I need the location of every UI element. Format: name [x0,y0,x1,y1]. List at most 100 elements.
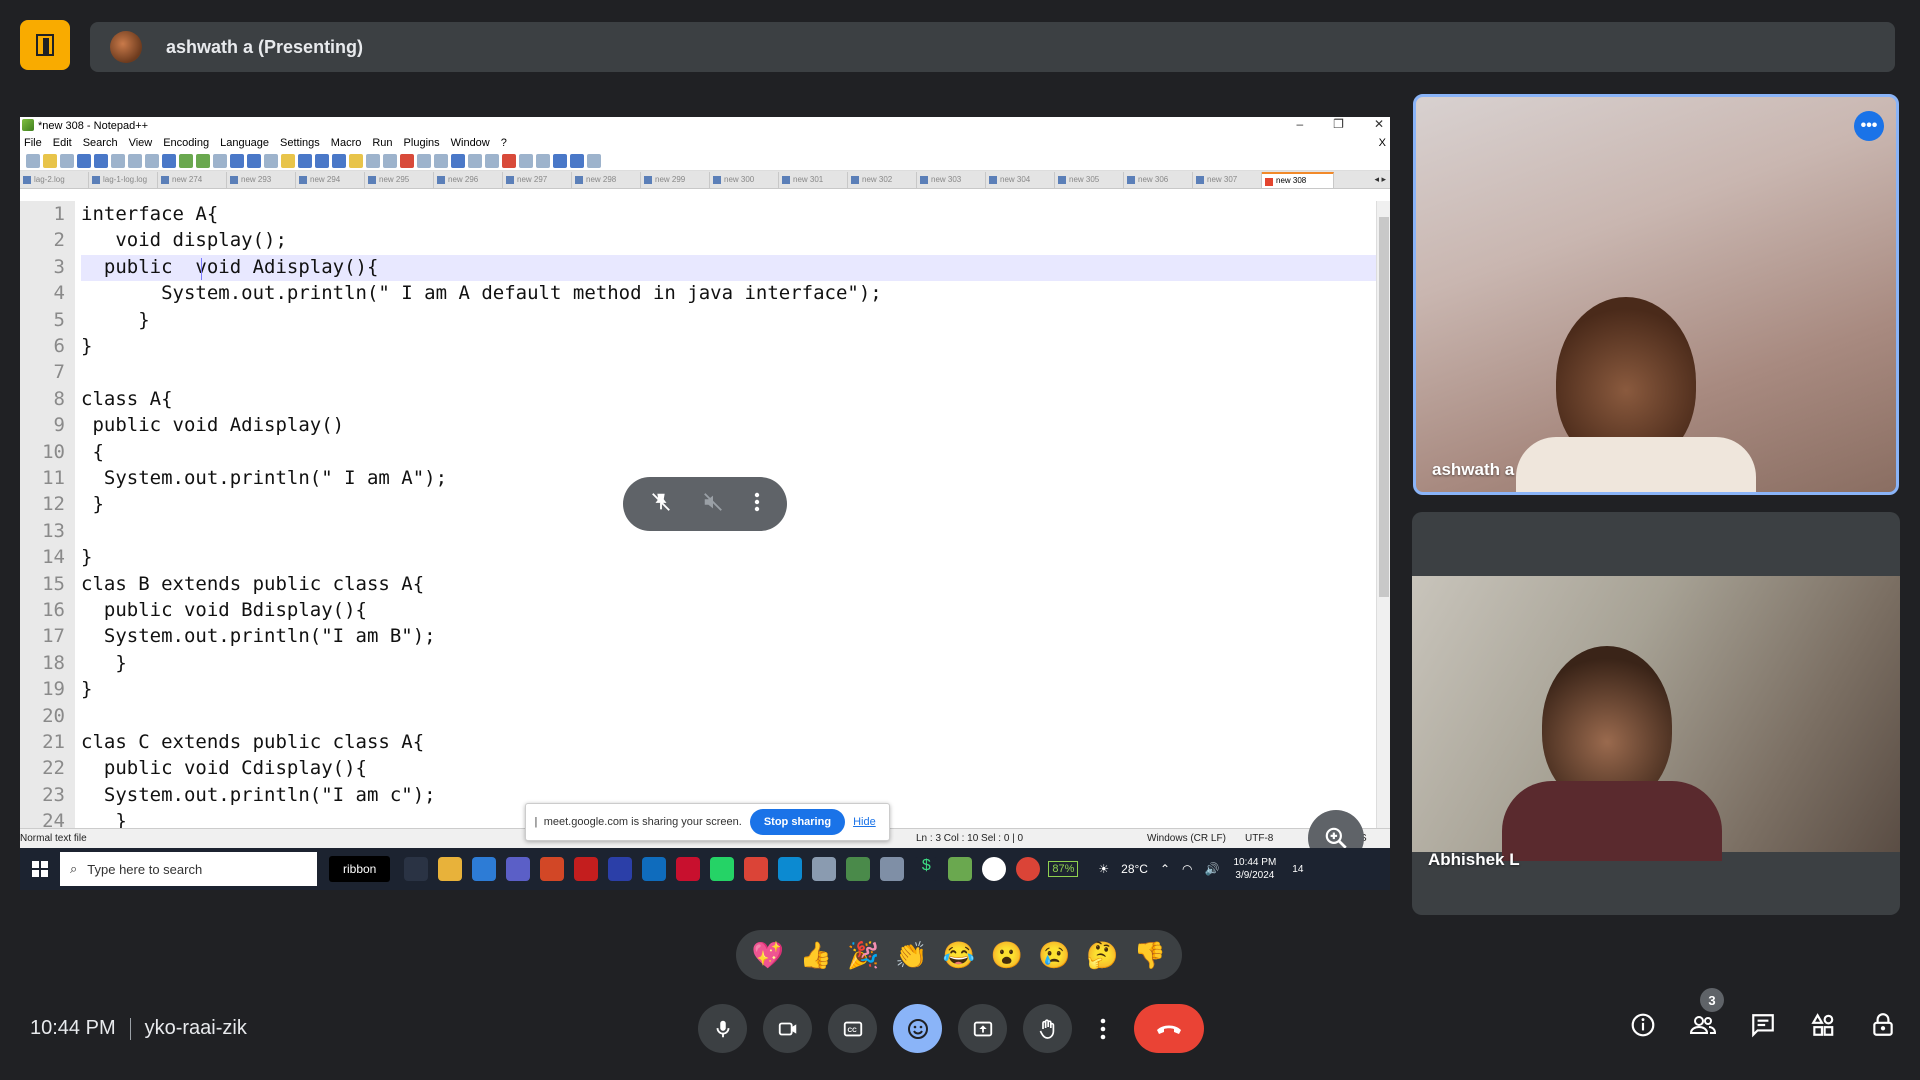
reaction-emoji[interactable]: 😢 [1038,940,1070,971]
reactions-button[interactable] [893,1004,942,1053]
camera-button[interactable] [763,1004,812,1053]
toolbar-button[interactable] [179,153,193,168]
temperature[interactable]: 28°C [1121,862,1148,876]
vertical-scrollbar[interactable] [1376,201,1390,828]
weather-icon[interactable]: ☀ [1098,862,1109,876]
toolbar-button[interactable] [349,153,363,168]
chrome-icon[interactable] [744,857,769,881]
toolbar-button[interactable] [145,153,159,168]
app-icon-1[interactable] [812,857,837,881]
teams-icon[interactable] [506,857,531,881]
toolbar-button[interactable] [162,153,176,168]
reaction-emoji[interactable]: 😮 [991,940,1023,971]
document-tab[interactable]: new 304 [986,171,1055,188]
reaction-emoji[interactable]: 👎 [1134,940,1166,971]
menu-item-encoding[interactable]: Encoding [163,137,209,149]
whatsapp-icon[interactable] [710,857,735,881]
tab-scroll-arrows-icon[interactable]: ◂ ▸ [1374,174,1390,185]
reaction-emoji[interactable]: 👏 [895,940,927,971]
document-tab[interactable]: new 302 [848,171,917,188]
task-view-icon[interactable] [404,857,429,881]
code-line[interactable]: System.out.println(" I am A"); [81,467,447,489]
menu-item-file[interactable]: File [24,137,42,149]
windows-start-icon[interactable] [20,861,60,877]
code-line[interactable]: } [81,493,103,515]
ribbon-app[interactable]: ribbon [329,856,391,882]
code-line[interactable]: public void Cdisplay(){ [81,757,367,779]
drag-handle-icon[interactable]: || [534,816,537,828]
code-line[interactable]: } [81,335,92,357]
toolbar-button[interactable] [570,153,584,168]
menu-item-edit[interactable]: Edit [53,137,72,149]
toolbar-button[interactable] [60,153,74,168]
document-tab[interactable]: new 294 [296,171,365,188]
code-line[interactable]: System.out.println("I am B"); [81,625,436,647]
meeting-details-button[interactable] [1628,1010,1658,1040]
code-line[interactable]: System.out.println("I am c"); [81,784,436,806]
close-document-button[interactable]: X [1379,137,1386,149]
code-line[interactable]: { [81,441,103,463]
document-tab[interactable]: new 307 [1193,171,1262,188]
toolbar-button[interactable] [587,153,601,168]
code-line[interactable]: class A{ [81,388,173,410]
raise-hand-button[interactable] [1023,1004,1072,1053]
toolbar-button[interactable] [434,153,448,168]
battery-indicator[interactable]: 87% [1048,861,1079,877]
scroll-thumb[interactable] [1379,217,1389,597]
more-options-icon[interactable] [754,492,760,517]
document-tab[interactable]: new 299 [641,171,710,188]
toolbar-button[interactable] [281,153,295,168]
captions-button[interactable]: CC [828,1004,877,1053]
document-tab[interactable]: new 274 [158,171,227,188]
toolbar-button[interactable] [128,153,142,168]
edge-legacy-icon[interactable] [472,857,497,881]
toolbar-button[interactable] [230,153,244,168]
code-line[interactable]: System.out.println(" I am A default meth… [81,282,882,304]
code-line[interactable]: } [81,810,126,828]
toolbar-button[interactable] [298,153,312,168]
minimize-icon[interactable]: – [1296,117,1303,131]
document-tab[interactable]: new 296 [434,171,503,188]
acrobat-icon[interactable] [574,857,599,881]
code-line[interactable]: } [81,678,92,700]
document-tab[interactable]: new 295 [365,171,434,188]
document-tab[interactable]: new 300 [710,171,779,188]
stop-sharing-button[interactable]: Stop sharing [749,809,846,835]
pin-off-icon[interactable] [650,491,672,518]
people-button[interactable]: 3 [1688,988,1724,1040]
toolbar-button[interactable] [451,153,465,168]
document-tab[interactable]: new 308 [1262,171,1334,188]
toolbar-button[interactable] [536,153,550,168]
more-options-button[interactable]: ••• [1854,111,1884,141]
reaction-emoji[interactable]: 🤔 [1086,940,1118,971]
document-tab[interactable]: lag-2.log [20,171,89,188]
document-tab[interactable]: new 306 [1124,171,1193,188]
notepadpp-icon[interactable] [948,857,973,881]
menu-item-search[interactable]: Search [83,137,118,149]
code-line[interactable]: public void Adisplay(){ [81,256,379,278]
toolbar-button[interactable] [417,153,431,168]
menu-item-macro[interactable]: Macro [331,137,362,149]
chat-button[interactable] [1748,1010,1778,1040]
code-line[interactable]: } [81,652,126,674]
code-line[interactable]: } [81,546,92,568]
v-app-icon[interactable] [676,857,701,881]
activities-button[interactable] [1808,1010,1838,1040]
document-tab[interactable]: new 303 [917,171,986,188]
volume-icon[interactable]: 🔊 [1205,862,1220,876]
menu-item-[interactable]: ? [501,137,507,149]
toolbar-button[interactable] [485,153,499,168]
dollar-app-icon[interactable]: $ [914,857,939,881]
toolbar-button[interactable] [519,153,533,168]
powerpoint-icon[interactable] [540,857,565,881]
document-tab[interactable]: new 305 [1055,171,1124,188]
code-line[interactable]: public void Bdisplay(){ [81,599,367,621]
restore-icon[interactable]: ❐ [1333,117,1344,131]
app-icon-3[interactable] [880,857,905,881]
hide-link[interactable]: Hide [853,816,876,828]
edge-icon[interactable] [778,857,803,881]
more-options-button[interactable] [1088,1004,1118,1053]
menu-item-settings[interactable]: Settings [280,137,320,149]
document-tab[interactable]: new 297 [503,171,572,188]
menu-item-plugins[interactable]: Plugins [404,137,440,149]
